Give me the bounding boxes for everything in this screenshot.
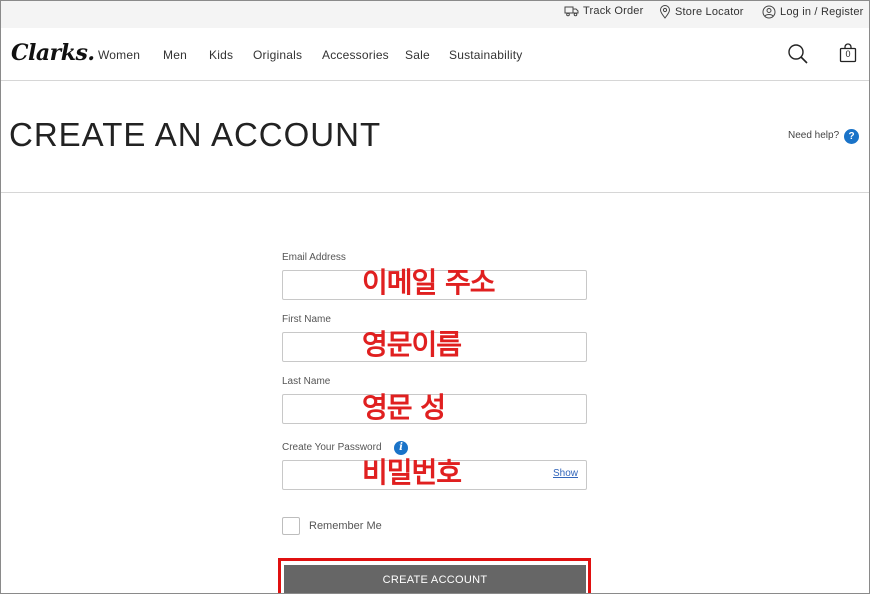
nav-item-accessories[interactable]: Accessories — [322, 48, 389, 62]
last-name-label: Last Name — [282, 376, 331, 387]
nav-item-men[interactable]: Men — [163, 48, 187, 62]
user-icon — [762, 5, 776, 19]
need-help-link[interactable]: Need help? — [788, 130, 839, 141]
help-icon[interactable]: ? — [844, 129, 859, 144]
main-nav: Clarks. Women Men Kids Originals Accesso… — [1, 28, 869, 81]
utility-bar: Track Order Store Locator Log in / Regis… — [1, 1, 869, 28]
remember-me-checkbox[interactable] — [282, 517, 300, 535]
track-order-link[interactable]: Track Order — [564, 5, 643, 17]
title-band: CREATE AN ACCOUNT Need help? ? — [1, 81, 869, 193]
nav-item-sale[interactable]: Sale — [405, 48, 430, 62]
password-label: Create Your Password — [282, 442, 382, 453]
email-label: Email Address — [282, 252, 346, 263]
password-field[interactable] — [282, 460, 587, 490]
info-icon[interactable]: i — [394, 441, 408, 455]
search-icon[interactable] — [787, 43, 809, 70]
store-locator-label: Store Locator — [675, 6, 744, 18]
clarks-logo[interactable]: Clarks. — [11, 40, 95, 66]
store-locator-link[interactable]: Store Locator — [659, 5, 744, 19]
nav-item-originals[interactable]: Originals — [253, 48, 302, 62]
track-order-label: Track Order — [583, 5, 644, 17]
create-account-button[interactable]: CREATE ACCOUNT — [284, 565, 586, 593]
login-register-link[interactable]: Log in / Register — [762, 5, 864, 19]
nav-item-sustainability[interactable]: Sustainability — [449, 48, 523, 62]
login-register-label: Log in / Register — [780, 6, 864, 18]
email-field[interactable] — [282, 270, 587, 300]
page-title: CREATE AN ACCOUNT — [9, 116, 382, 153]
shopping-bag-icon[interactable]: 0 — [839, 43, 857, 63]
page-frame: Track Order Store Locator Log in / Regis… — [0, 0, 870, 594]
show-password-link[interactable]: Show — [553, 468, 578, 479]
first-name-label: First Name — [282, 314, 331, 325]
location-pin-icon — [659, 5, 671, 19]
nav-item-kids[interactable]: Kids — [209, 48, 233, 62]
nav-item-women[interactable]: Women — [98, 48, 140, 62]
truck-icon — [564, 6, 579, 17]
bag-count: 0 — [845, 49, 851, 59]
first-name-field[interactable] — [282, 332, 587, 362]
remember-me-label: Remember Me — [309, 520, 382, 532]
last-name-field[interactable] — [282, 394, 587, 424]
